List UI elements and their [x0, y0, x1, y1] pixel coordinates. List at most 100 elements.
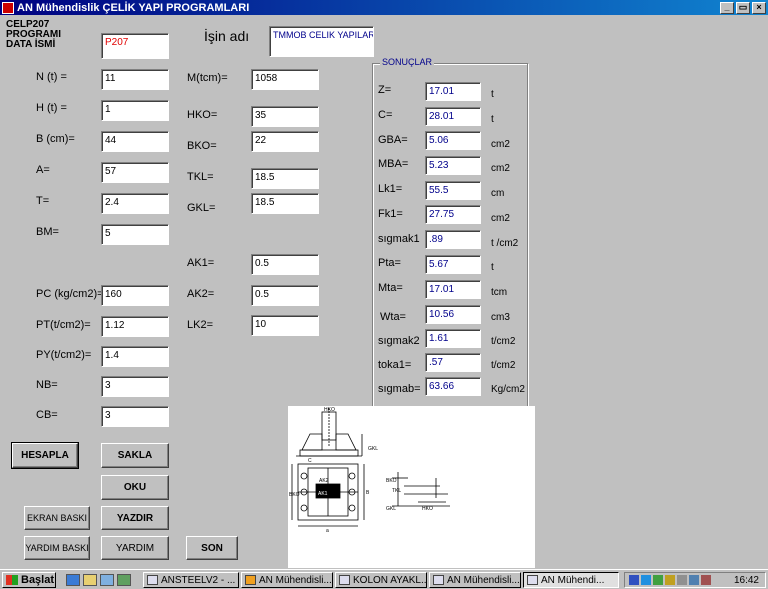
taskbar: Başlat ANSTEELV2 - ... AN Mühendisli... … — [0, 569, 768, 589]
input-bm-label: BM= — [36, 226, 59, 238]
result-wta-label: Wta= — [380, 311, 406, 323]
input-m-label: M(tcm)= — [187, 72, 228, 84]
minimize-button[interactable]: _ — [720, 1, 734, 14]
drawing-bko2-label: BKO — [386, 478, 397, 484]
drawing-a-label: a — [326, 528, 329, 534]
window-titlebar[interactable]: AN Mühendislik ÇELİK YAPI PROGRAMLARI _ … — [0, 0, 768, 15]
save-button[interactable]: SAKLA — [101, 443, 169, 468]
tray-icon[interactable] — [629, 575, 639, 585]
task-ansteel-label: ANSTEELV2 - ... — [161, 574, 236, 586]
window-icon — [339, 575, 350, 585]
tray-icon[interactable] — [641, 575, 651, 585]
result-z-label: Z= — [378, 84, 392, 96]
volume-icon[interactable] — [677, 575, 687, 585]
result-lk1-label: Lk1= — [378, 183, 403, 195]
input-py-field[interactable]: 1.4 — [101, 346, 169, 367]
help-button[interactable]: YARDIM — [101, 536, 169, 560]
task-kolon-label: KOLON AYAKL... — [353, 574, 427, 586]
result-sigmak1-value: .89 — [425, 230, 481, 249]
job-name-label: İşin adı — [204, 28, 250, 44]
input-bko-field[interactable]: 22 — [251, 131, 319, 152]
clock[interactable]: 16:42 — [734, 575, 759, 586]
window-title: AN Mühendislik ÇELİK YAPI PROGRAMLARI — [17, 1, 250, 14]
calculate-button[interactable]: HESAPLA — [11, 442, 79, 469]
help-print-button[interactable]: YARDIM BASKI — [24, 536, 90, 560]
windows-logo-icon — [6, 575, 18, 585]
input-nb-field[interactable]: 3 — [101, 376, 169, 397]
screen-print-button[interactable]: EKRAN BASKI — [24, 506, 90, 530]
desktop-icon[interactable] — [100, 574, 114, 586]
browser-icon[interactable] — [66, 574, 80, 586]
input-hko-label: HKO= — [187, 109, 218, 121]
result-mta-unit: tcm — [491, 287, 508, 298]
app-icon — [245, 575, 256, 585]
input-ak2-field[interactable]: 0.5 — [251, 285, 319, 306]
input-hko-field[interactable]: 35 — [251, 106, 319, 127]
input-pc-field[interactable]: 160 — [101, 285, 169, 306]
input-tkl-field[interactable]: 18.5 — [251, 168, 319, 189]
input-ak2-label: AK2= — [187, 288, 215, 300]
input-pc-label: PC (kg/cm2)= — [36, 288, 104, 300]
window-icon — [527, 575, 538, 585]
task-an-muh-2[interactable]: AN Mühendisli... — [429, 572, 521, 588]
start-button[interactable]: Başlat — [2, 572, 56, 588]
tray-icon[interactable] — [689, 575, 699, 585]
result-mba-value: 5.23 — [425, 156, 481, 175]
task-kolon[interactable]: KOLON AYAKL... — [335, 572, 427, 588]
input-m-field[interactable]: 1058 — [251, 69, 319, 90]
input-h-field[interactable]: 1 — [101, 100, 169, 121]
result-c-value: 28.01 — [425, 107, 481, 126]
result-sigmab-unit: Kg/cm2 — [491, 384, 525, 395]
drawing-hko2-label: HKO — [422, 506, 433, 512]
tray-icon[interactable] — [653, 575, 663, 585]
drawing-c-label: C — [308, 458, 312, 464]
close-button[interactable]: × — [752, 1, 766, 14]
restore-button[interactable]: ▭ — [736, 1, 750, 14]
result-z-value: 17.01 — [425, 82, 481, 101]
input-b-field[interactable]: 44 — [101, 131, 169, 152]
input-cb-field[interactable]: 3 — [101, 406, 169, 427]
result-sigmak2-value: 1.61 — [425, 329, 481, 348]
input-lk2-field[interactable]: 10 — [251, 315, 319, 336]
input-ak1-field[interactable]: 0.5 — [251, 254, 319, 275]
exit-button[interactable]: SON — [186, 536, 238, 560]
drawing-ak1-label: AK1 — [318, 491, 328, 497]
result-mta-label: Mta= — [378, 282, 403, 294]
tray-icon[interactable] — [701, 575, 711, 585]
result-toka1-label: toka1= — [378, 359, 412, 371]
print-button[interactable]: YAZDIR — [101, 506, 169, 530]
input-t-label: T= — [36, 195, 50, 207]
result-mba-unit: cm2 — [491, 163, 510, 174]
results-title: SONUÇLAR — [380, 57, 435, 67]
result-wta-value: 10.56 — [425, 305, 481, 324]
input-a-field[interactable]: 57 — [101, 162, 169, 183]
input-b-label: B (cm)= — [36, 133, 75, 145]
result-sigmak2-label: sıgmak2 — [378, 335, 420, 347]
program-name-line3: DATA İSMİ — [6, 39, 56, 50]
result-fk1-label: Fk1= — [378, 208, 403, 220]
result-toka1-unit: t/cm2 — [491, 360, 516, 371]
result-mba-label: MBA= — [378, 158, 409, 170]
task-ansteel[interactable]: ANSTEELV2 - ... — [143, 572, 239, 588]
result-lk1-value: 55.5 — [425, 181, 481, 200]
tray-icon[interactable] — [665, 575, 675, 585]
input-t-field[interactable]: 2.4 — [101, 193, 169, 214]
result-toka1-value: .57 — [425, 353, 481, 372]
channels-icon[interactable] — [117, 574, 131, 586]
job-name-field[interactable]: TMMOB CELIK YAPILAR 1 — [269, 26, 374, 57]
result-sigmak1-label: sıgmak1 — [378, 233, 420, 245]
result-pta-value: 5.67 — [425, 255, 481, 274]
outlook-icon[interactable] — [83, 574, 97, 586]
input-pt-field[interactable]: 1.12 — [101, 316, 169, 337]
result-sigmak2-unit: t/cm2 — [491, 336, 516, 347]
input-n-field[interactable]: 11 — [101, 69, 169, 90]
system-tray: 16:42 — [624, 572, 766, 588]
task-an-muh-1[interactable]: AN Mühendisli... — [241, 572, 333, 588]
data-name-field[interactable]: P207 — [101, 33, 169, 59]
input-bm-field[interactable]: 5 — [101, 224, 169, 245]
task-an-muh-active[interactable]: AN Mühendi... — [523, 572, 619, 588]
input-gkl-field[interactable]: 18.5 — [251, 193, 319, 214]
input-cb-label: CB= — [36, 409, 58, 421]
result-fk1-value: 27.75 — [425, 205, 481, 224]
read-button[interactable]: OKU — [101, 475, 169, 500]
